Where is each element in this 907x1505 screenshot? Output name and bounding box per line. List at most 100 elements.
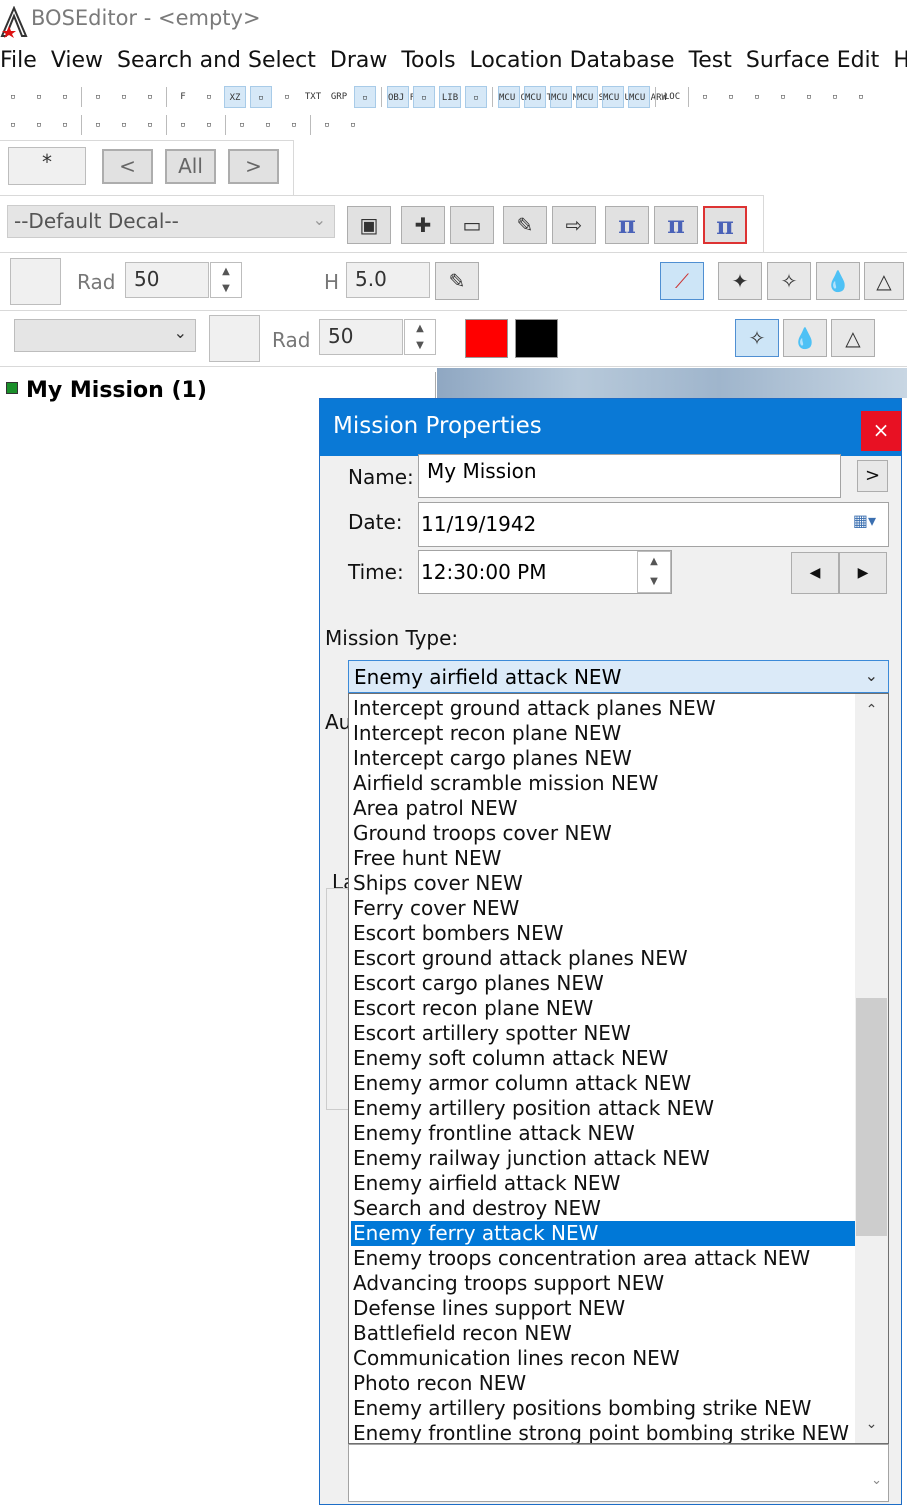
calendar-icon[interactable]: ▦▾ bbox=[853, 511, 876, 530]
brush-edit-button[interactable]: ✧ bbox=[767, 262, 811, 300]
rad-input-2[interactable]: 50 bbox=[319, 319, 403, 355]
mission-type-option[interactable]: Enemy artillery positions bombing strike… bbox=[351, 1396, 856, 1421]
mission-type-option[interactable]: Enemy ferry attack NEW bbox=[351, 1221, 856, 1246]
dot-icon[interactable]: ▫ bbox=[746, 86, 768, 108]
next-button[interactable]: > bbox=[228, 149, 279, 184]
pi-add-button[interactable]: π bbox=[605, 206, 649, 244]
ico-f-icon[interactable]: ▫ bbox=[139, 114, 161, 136]
mcu-mes-icon[interactable]: MCU MES bbox=[550, 86, 589, 108]
ico-a-icon[interactable]: ▫ bbox=[2, 114, 24, 136]
obj-flt-icon[interactable]: OBJ FLT bbox=[387, 86, 426, 108]
txt-icon[interactable]: TXT bbox=[302, 86, 324, 108]
export-button[interactable]: ⇨ bbox=[552, 206, 596, 244]
mission-type-option[interactable]: Intercept cargo planes NEW bbox=[351, 746, 856, 771]
surface-line-button[interactable]: ⟋ bbox=[660, 262, 704, 300]
cone-button-2[interactable]: △ bbox=[831, 319, 875, 357]
mission-type-option[interactable]: Enemy airfield attack NEW bbox=[351, 1171, 856, 1196]
grp-icon[interactable]: GRP bbox=[328, 86, 350, 108]
spin-up-icon[interactable]: ▲ bbox=[211, 263, 241, 280]
surface-select[interactable]: ⌄ bbox=[14, 319, 196, 352]
color-swatch-2[interactable] bbox=[209, 315, 260, 362]
color-black-swatch[interactable] bbox=[515, 319, 558, 358]
mission-type-option[interactable]: Enemy frontline attack NEW bbox=[351, 1121, 856, 1146]
filter-star-field[interactable]: * bbox=[8, 147, 86, 185]
chevron-down-icon[interactable]: ⌄ bbox=[855, 1416, 888, 1432]
mission-type-option[interactable]: Escort bombers NEW bbox=[351, 921, 856, 946]
ico-h-icon[interactable]: ▫ bbox=[198, 114, 220, 136]
ico-d-icon[interactable]: ▫ bbox=[87, 114, 109, 136]
prev-button[interactable]: < bbox=[102, 149, 153, 184]
eyedropper-button[interactable]: ✎ bbox=[503, 206, 547, 244]
ground-icon[interactable]: ▫ bbox=[198, 86, 220, 108]
rad-stepper[interactable]: ▲ ▼ bbox=[210, 262, 242, 298]
mcu-obj-icon[interactable]: MCU OBJ bbox=[498, 86, 537, 108]
time-stepper[interactable]: ▲ ▼ bbox=[637, 551, 671, 593]
pi-toggle-button[interactable]: π bbox=[703, 206, 747, 244]
mission-type-option[interactable]: Intercept ground attack planes NEW bbox=[351, 696, 856, 721]
mcu-arw-icon[interactable]: MCU ARW bbox=[628, 86, 667, 108]
loc-icon[interactable]: LOC bbox=[661, 86, 683, 108]
date-picker[interactable]: 11/19/1942 ▦▾ bbox=[418, 502, 889, 547]
cut-icon[interactable]: ▫ bbox=[2, 86, 24, 108]
brush-add-button[interactable]: ✦ bbox=[718, 262, 762, 300]
menu-item-draw[interactable]: Draw bbox=[330, 44, 394, 73]
menu-item-search-and-select[interactable]: Search and Select bbox=[117, 44, 323, 73]
ico-m-icon[interactable]: ▫ bbox=[342, 114, 364, 136]
ico-e-icon[interactable]: ▫ bbox=[113, 114, 135, 136]
f-icon[interactable]: F bbox=[172, 86, 194, 108]
mission-type-option[interactable]: Escort artillery spotter NEW bbox=[351, 1021, 856, 1046]
time-prev-button[interactable]: ◀ bbox=[791, 552, 839, 594]
menu-item-tools[interactable]: Tools bbox=[401, 44, 462, 73]
spin-down-icon[interactable]: ▼ bbox=[405, 337, 435, 354]
chevron-down-icon[interactable]: ⌄ bbox=[871, 1473, 882, 1488]
chevron-up-icon[interactable]: ⌃ bbox=[855, 702, 888, 718]
map-view[interactable] bbox=[437, 368, 907, 398]
spin-down-icon[interactable]: ▼ bbox=[638, 572, 670, 592]
check-icon[interactable]: ▫ bbox=[694, 86, 716, 108]
mission-type-combo[interactable]: Enemy airfield attack NEW ⌄ bbox=[348, 660, 889, 693]
mission-type-option[interactable]: Ground troops cover NEW bbox=[351, 821, 856, 846]
list-icon[interactable]: ▫ bbox=[465, 86, 487, 108]
arrow-up-icon[interactable]: ▫ bbox=[824, 86, 846, 108]
scrollbar-thumb[interactable] bbox=[856, 998, 887, 1236]
mail-icon[interactable]: ▫ bbox=[720, 86, 742, 108]
ruler-icon[interactable]: ▫ bbox=[54, 86, 76, 108]
ico-l-icon[interactable]: ▫ bbox=[316, 114, 338, 136]
clock-icon[interactable]: ▫ bbox=[354, 86, 376, 108]
pi-check-button[interactable]: π bbox=[654, 206, 698, 244]
ico-c-icon[interactable]: ▫ bbox=[54, 114, 76, 136]
color-swatch[interactable] bbox=[10, 258, 61, 305]
mission-type-option[interactable]: Intercept recon plane NEW bbox=[351, 721, 856, 746]
hash-icon[interactable]: ▫ bbox=[250, 86, 272, 108]
ico-g-icon[interactable]: ▫ bbox=[172, 114, 194, 136]
ico-k-icon[interactable]: ▫ bbox=[283, 114, 305, 136]
menu-item-file[interactable]: File bbox=[0, 44, 44, 73]
mission-type-option[interactable]: Escort ground attack planes NEW bbox=[351, 946, 856, 971]
help-icon[interactable]: ▫ bbox=[850, 86, 872, 108]
decal-library-button[interactable]: ▣ bbox=[347, 206, 391, 244]
spin-down-icon[interactable]: ▼ bbox=[211, 280, 241, 297]
mission-type-option[interactable]: Defense lines support NEW bbox=[351, 1296, 856, 1321]
mission-type-option[interactable]: Area patrol NEW bbox=[351, 796, 856, 821]
mission-type-option[interactable]: Advancing troops support NEW bbox=[351, 1271, 856, 1296]
remove-decal-button[interactable]: ▭ bbox=[450, 206, 494, 244]
mission-type-option[interactable]: Airfield scramble mission NEW bbox=[351, 771, 856, 796]
info-icon[interactable]: ▫ bbox=[276, 86, 298, 108]
menu-item-view[interactable]: View bbox=[51, 44, 110, 73]
description-textarea[interactable]: ⌄ bbox=[348, 1444, 889, 1502]
mission-type-option[interactable]: Enemy armor column attack NEW bbox=[351, 1071, 856, 1096]
mission-type-option[interactable]: Escort cargo planes NEW bbox=[351, 971, 856, 996]
mission-type-option[interactable]: Enemy soft column attack NEW bbox=[351, 1046, 856, 1071]
mission-type-option[interactable]: Ships cover NEW bbox=[351, 871, 856, 896]
add-decal-button[interactable]: ✚ bbox=[401, 206, 445, 244]
mission-type-option[interactable]: Enemy railway junction attack NEW bbox=[351, 1146, 856, 1171]
ico-j-icon[interactable]: ▫ bbox=[257, 114, 279, 136]
brush-select-button[interactable]: ✧ bbox=[735, 319, 779, 357]
line2-icon[interactable]: ▫ bbox=[798, 86, 820, 108]
tree-root-item[interactable]: My Mission (1) bbox=[6, 378, 207, 403]
color-red-swatch[interactable] bbox=[465, 319, 508, 358]
spin-up-icon[interactable]: ▲ bbox=[405, 320, 435, 337]
mcu-tar-icon[interactable]: MCU TAR bbox=[524, 86, 563, 108]
mission-type-option[interactable]: Free hunt NEW bbox=[351, 846, 856, 871]
mission-type-option[interactable]: Enemy artillery position attack NEW bbox=[351, 1096, 856, 1121]
